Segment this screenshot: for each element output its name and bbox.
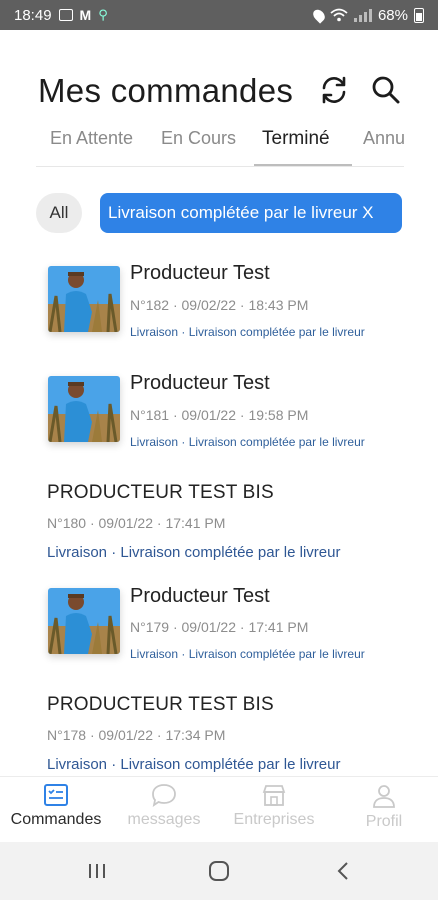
search-icon bbox=[372, 76, 400, 104]
nav-label: Profil bbox=[365, 813, 403, 830]
orders-list-icon bbox=[44, 784, 68, 806]
battery-icon bbox=[414, 7, 424, 23]
nav-messages[interactable]: messages bbox=[116, 783, 212, 829]
system-navigation-bar bbox=[0, 842, 438, 900]
tab-en-cours[interactable]: En Cours bbox=[161, 128, 236, 149]
order-item[interactable]: Producteur Test N°181 · 09/01/22 · 19:58… bbox=[0, 372, 438, 472]
nav-label: Commandes bbox=[10, 811, 102, 828]
store-icon bbox=[262, 785, 286, 806]
location-icon bbox=[310, 6, 328, 24]
order-status-text: Livraison · Livraison complétée par le l… bbox=[130, 325, 365, 339]
nav-label: messages bbox=[127, 811, 201, 828]
refresh-button[interactable] bbox=[316, 72, 352, 108]
order-number-date: N°181 · 09/01/22 · 19:58 PM bbox=[130, 407, 309, 423]
order-producer-name: PRODUCTEUR TEST BIS bbox=[47, 482, 274, 503]
user-icon bbox=[373, 785, 395, 808]
order-number-date: N°179 · 09/01/22 · 17:41 PM bbox=[130, 619, 309, 635]
order-item[interactable]: Producteur Test N°179 · 09/01/22 · 17:41… bbox=[0, 585, 438, 685]
order-status-text: Livraison · Livraison complétée par le l… bbox=[47, 544, 341, 561]
signal-icon bbox=[353, 8, 372, 22]
nav-entreprises[interactable]: Entreprises bbox=[222, 783, 326, 829]
filter-chip-all[interactable]: All bbox=[36, 193, 82, 233]
battery-percent: 68% bbox=[377, 6, 408, 24]
nav-profil[interactable]: Profil bbox=[346, 783, 422, 831]
gallery-notification-icon bbox=[58, 9, 73, 21]
tab-annule[interactable]: Annu bbox=[363, 128, 405, 149]
order-status-tabs: En Attente En Cours Terminé Annu bbox=[0, 124, 438, 168]
filter-chip-selected[interactable]: Livraison complétée par le livreur X bbox=[100, 193, 402, 233]
tab-en-attente[interactable]: En Attente bbox=[50, 128, 133, 149]
home-icon bbox=[209, 861, 229, 881]
order-item[interactable]: PRODUCTEUR TEST BIS N°178 · 09/01/22 · 1… bbox=[0, 694, 438, 776]
order-number-date: N°178 · 09/01/22 · 17:34 PM bbox=[47, 727, 226, 743]
order-item[interactable]: PRODUCTEUR TEST BIS N°180 · 09/01/22 · 1… bbox=[0, 482, 438, 572]
recent-apps-icon bbox=[89, 864, 105, 878]
producer-photo bbox=[48, 266, 120, 332]
refresh-icon bbox=[322, 76, 346, 104]
order-status-text: Livraison · Livraison complétée par le l… bbox=[130, 647, 365, 661]
order-number-date: N°180 · 09/01/22 · 17:41 PM bbox=[47, 515, 226, 531]
recent-apps-button[interactable] bbox=[84, 858, 110, 884]
bottom-navigation: Commandes messages Entreprises Profil bbox=[0, 776, 438, 842]
delivery-notification-icon: ⚲ bbox=[98, 7, 108, 22]
chat-bubble-icon bbox=[152, 784, 176, 807]
order-producer-name: Producteur Test bbox=[130, 262, 270, 284]
status-time: 18:49 bbox=[14, 6, 52, 24]
order-number-date: N°182 · 09/02/22 · 18:43 PM bbox=[130, 297, 309, 313]
order-producer-name: PRODUCTEUR TEST BIS bbox=[47, 694, 274, 715]
tabs-divider bbox=[36, 166, 404, 167]
order-producer-name: Producteur Test bbox=[130, 585, 270, 607]
search-button[interactable] bbox=[368, 72, 404, 108]
order-status-text: Livraison · Livraison complétée par le l… bbox=[47, 756, 341, 773]
order-producer-name: Producteur Test bbox=[130, 372, 270, 394]
wifi-icon bbox=[330, 8, 348, 22]
tab-termine[interactable]: Terminé bbox=[262, 128, 330, 150]
order-status-text: Livraison · Livraison complétée par le l… bbox=[130, 435, 365, 449]
back-button[interactable] bbox=[330, 858, 356, 884]
home-button[interactable] bbox=[206, 858, 232, 884]
status-bar: 18:49 M ⚲ 68% bbox=[0, 0, 438, 30]
producer-photo bbox=[48, 588, 120, 654]
gmail-notification-icon: M bbox=[79, 7, 92, 23]
page-title: Mes commandes bbox=[38, 72, 294, 109]
order-item[interactable]: Producteur Test N°182 · 09/02/22 · 18:43… bbox=[0, 262, 438, 362]
nav-label: Entreprises bbox=[233, 811, 315, 828]
back-chevron-icon bbox=[337, 862, 348, 880]
producer-photo bbox=[48, 376, 120, 442]
nav-commandes[interactable]: Commandes bbox=[0, 783, 112, 829]
